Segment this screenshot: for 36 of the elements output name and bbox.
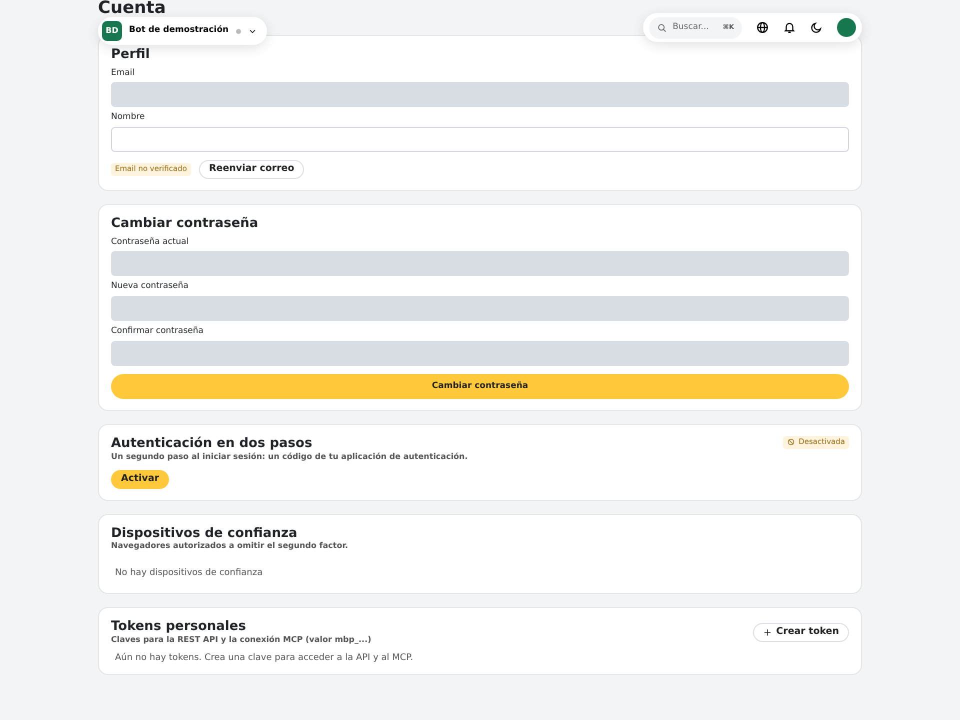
user-avatar[interactable] [837, 18, 856, 37]
language-button[interactable] [756, 21, 769, 34]
card-subtitle: Navegadores autorizados a omitir el segundo factor. [111, 541, 348, 551]
resend-email-button[interactable]: Reenviar correo [198, 160, 304, 180]
field-label: Nombre [111, 113, 145, 124]
field-label: Nueva contraseña [111, 282, 188, 292]
notifications-button[interactable] [783, 21, 796, 34]
card-title: Cambiar contraseña [111, 216, 258, 232]
card-title: Perfil [111, 47, 150, 63]
plus-icon [763, 628, 772, 637]
moon-icon [810, 21, 823, 34]
bell-icon [783, 21, 796, 34]
activate-button[interactable]: Activar [111, 470, 170, 489]
theme-toggle-button[interactable] [810, 21, 823, 34]
create-token-button[interactable]: Crear token [753, 622, 849, 642]
card-title: Dispositivos de confianza [111, 526, 298, 542]
globe-icon [756, 21, 769, 34]
card-subtitle: Un segundo paso al iniciar sesión: un código de tu aplicación de autenticación. [111, 452, 468, 461]
workspace-switcher[interactable]: BD Bot de demostración [98, 17, 267, 45]
empty-message: Aún no hay tokens. Crea una clave para acceder a la API y al MCP. [115, 653, 414, 664]
field-label: Contraseña actual [111, 238, 189, 248]
card-title: Tokens personales [111, 619, 246, 635]
page-title: Cuenta [98, 0, 166, 17]
search-icon [656, 22, 667, 32]
field-label: Confirmar contraseña [111, 327, 204, 337]
card-subtitle: Claves para la REST API y la conexión MCP (valor mbp_...) [111, 634, 372, 644]
empty-message: No hay dispositivos de confianza [115, 568, 263, 578]
status-dot [236, 28, 241, 34]
workspace-name: Bot de demostración [129, 26, 229, 36]
input-field[interactable] [111, 127, 849, 152]
disabled-icon [786, 438, 795, 446]
change-password-button[interactable]: Cambiar contraseña [111, 374, 849, 399]
card-title: Autenticación en dos pasos [111, 436, 312, 452]
field-label: Email [111, 68, 135, 78]
workspace-avatar: BD [102, 21, 122, 41]
search-placeholder: Buscar... [672, 22, 709, 32]
